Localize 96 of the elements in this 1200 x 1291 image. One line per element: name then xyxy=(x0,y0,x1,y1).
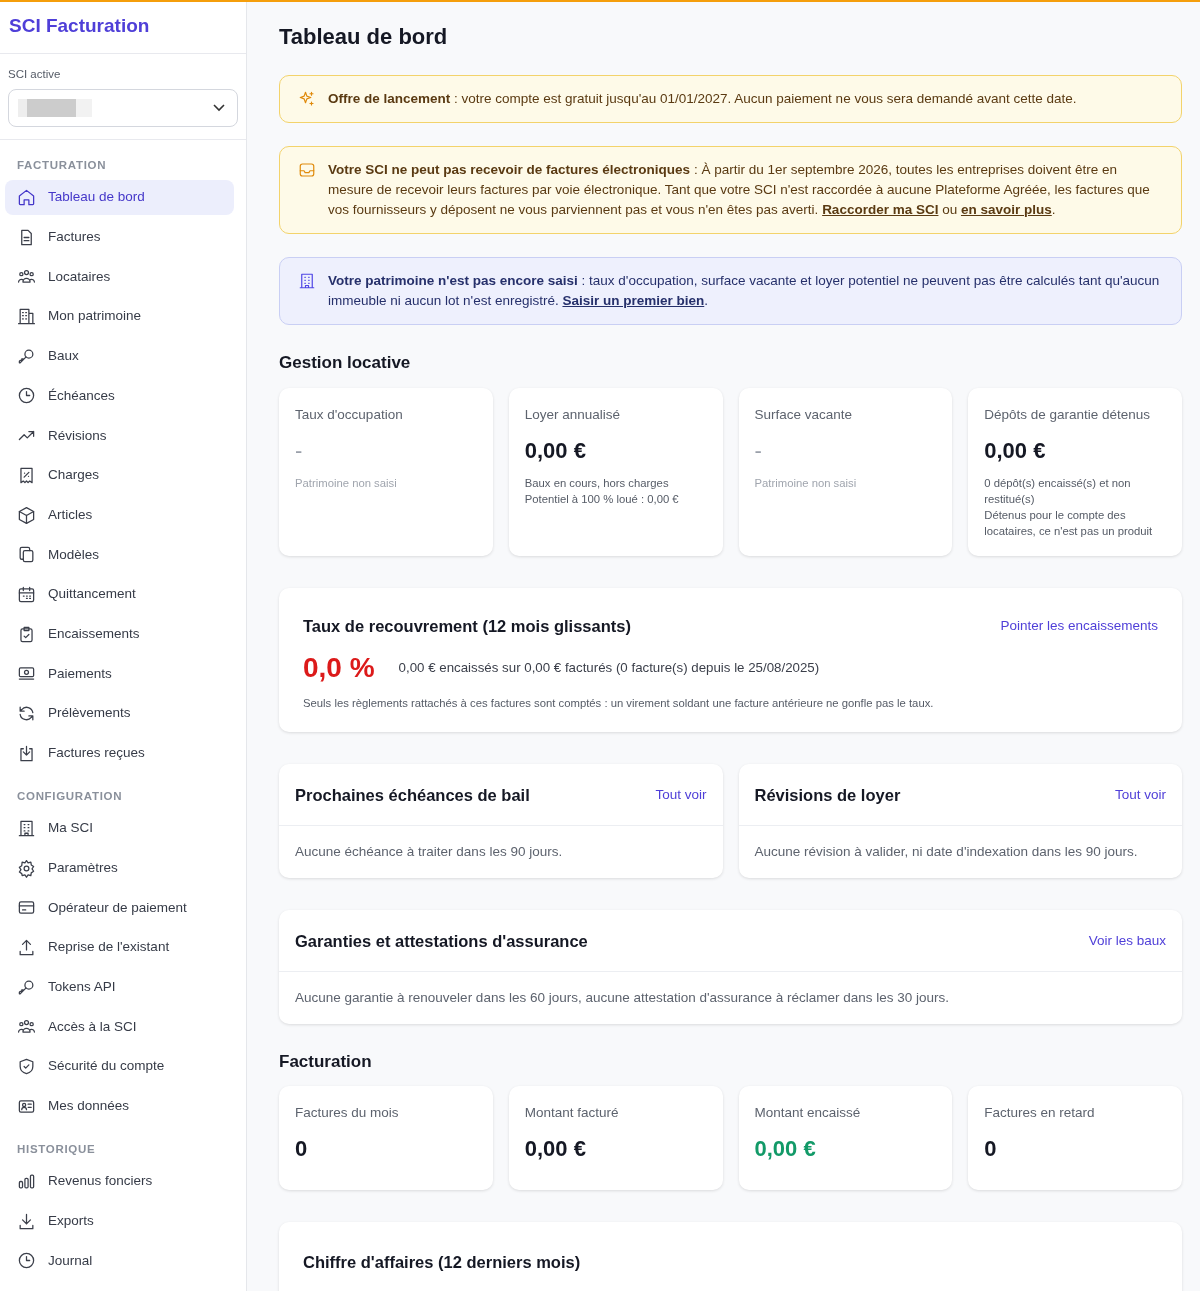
sidebar-item[interactable]: Factures xyxy=(5,219,234,255)
empty-message: Aucune garantie à renouveler dans les 60 jours, aucune attestation d'assurance à réclamer dans les 30 jours. xyxy=(294,989,950,1008)
link[interactable]: en savoir plus xyxy=(960,202,1052,218)
chevron-down-icon xyxy=(213,103,225,112)
copy-icon xyxy=(17,545,36,565)
stat-label: Montant facturé xyxy=(524,1104,620,1123)
sidebar-item[interactable]: Revenus fonciers xyxy=(5,1163,234,1199)
stat-value: 0,00 € xyxy=(524,437,587,466)
recovery-rate: 0,0 % xyxy=(303,650,375,685)
stat-label: Factures en retard xyxy=(984,1104,1096,1123)
stat-value: 0 xyxy=(295,1135,309,1164)
stat-note: Patrimoine non saisi xyxy=(754,476,858,492)
stat-label: Dépôts de garantie détenus xyxy=(984,405,1152,424)
alert-message: Votre SCI ne peut pas recevoir de factures électroniques : À partir du 1er septembre 2026, toutes les entreprises doivent être en mesure de recevoir leurs factures par voie électronique. Tant que votre SCI n'est raccordée à aucune Plateforme Agréée, les factures que vos fournisseurs y déposent ne vous parviennent pas et vous n'en êtes pas averti. Raccorder ma SCI ou en savoir plus. xyxy=(328,161,1151,220)
sidebar-item[interactable]: Charges xyxy=(5,457,234,493)
sidebar-item[interactable]: Révisions xyxy=(5,418,234,454)
stat-note: 0 dépôt(s) encaissé(s) et non restitué(s) xyxy=(984,476,1132,508)
sidebar-item[interactable]: Articles xyxy=(5,497,234,533)
page-title: Tableau de bord xyxy=(279,24,449,51)
sidebar-item[interactable]: Factures reçues xyxy=(5,735,234,771)
alert-message: Votre patrimoine n'est pas encore saisi : taux d'occupation, surface vacante et loyer potentiel ne peuvent pas être calculés tant qu'aucun immeuble ni aucun lot n'est enregistré. Saisir un premier bien. xyxy=(328,272,1161,311)
sidebar-item[interactable]: Baux xyxy=(5,338,234,374)
sidebar-item[interactable]: Sécurité du compte xyxy=(5,1049,234,1084)
sidebar-item[interactable]: Locataires xyxy=(5,259,234,295)
sidebar-item[interactable]: Modèles xyxy=(5,537,234,573)
sidebar-item[interactable]: Opérateur de paiement xyxy=(5,890,234,926)
home-icon xyxy=(17,188,36,207)
sidebar-item[interactable]: Mes données xyxy=(5,1088,234,1124)
link[interactable]: Pointer les encaissements xyxy=(1000,616,1158,637)
stat-value: 0,00 € xyxy=(754,1135,817,1164)
sparkle-icon xyxy=(298,90,316,109)
sidebar-item[interactable]: Paiements xyxy=(5,656,234,692)
sidebar-item[interactable]: Quittancement xyxy=(5,576,234,612)
stat-value: - xyxy=(754,437,763,466)
sidebar-item[interactable]: Journal xyxy=(5,1243,234,1279)
stat-note: Détenus pour le compte des locataires, ce n'est pas un produit xyxy=(984,508,1154,540)
stat-label: Surface vacante xyxy=(754,405,854,424)
link[interactable]: Raccorder ma SCI xyxy=(822,202,939,218)
settings-icon xyxy=(17,858,36,878)
inbox-icon xyxy=(298,161,316,180)
stat-value: 0,00 € xyxy=(984,437,1047,466)
sidebar-item[interactable]: Exports xyxy=(5,1203,234,1239)
stat-value: 0 xyxy=(984,1135,998,1164)
sidebar-item[interactable]: Échéances xyxy=(5,378,234,414)
receipt-icon xyxy=(17,465,36,485)
stat-value: - xyxy=(295,437,304,466)
sidebar-item[interactable]: Prélèvements xyxy=(5,695,234,731)
panel-title: Révisions de loyer xyxy=(754,784,901,806)
building-icon xyxy=(298,272,316,291)
link[interactable]: Tout voir xyxy=(1114,784,1166,806)
upload-icon xyxy=(17,937,36,957)
download-box-icon xyxy=(17,743,36,763)
section-heading: HISTORIQUE xyxy=(16,1141,97,1157)
panel-title: Garanties et attestations d'assurance xyxy=(295,930,588,952)
sidebar-item[interactable]: Paramètres xyxy=(5,850,234,886)
empty-message: Aucune révision à valider, ni date d'indexation dans les 90 jours. xyxy=(753,843,1139,862)
building-icon xyxy=(17,307,36,327)
card-title: Chiffre d'affaires (12 derniers mois) xyxy=(303,1252,582,1274)
download-icon xyxy=(17,1211,36,1231)
clipboard-check-icon xyxy=(17,624,36,644)
section-heading: CONFIGURATION xyxy=(16,788,124,804)
field-label: SCI active xyxy=(8,66,62,82)
footnote: Seuls les règlements rattachés à ces factures sont comptés : un virement soldant une facture antérieure ne gonfle pas le taux. xyxy=(303,695,935,711)
sidebar-item[interactable]: Tokens API xyxy=(5,969,234,1005)
stat-label: Montant encaissé xyxy=(754,1104,862,1123)
recovery-summary: 0,00 € encaissés sur 0,00 € facturés (0 facture(s) depuis le 25/08/2025) xyxy=(398,658,820,677)
clock-icon xyxy=(17,1251,36,1271)
clock-icon xyxy=(17,386,36,406)
app-title: SCI Facturation xyxy=(0,2,246,54)
stat-label: Taux d'occupation xyxy=(295,405,404,424)
sidebar-item[interactable]: Tableau de bord xyxy=(5,180,234,215)
panel-title: Prochaines échéances de bail xyxy=(295,784,530,806)
calendar-icon xyxy=(17,584,36,604)
sidebar-item[interactable]: Reprise de l'existant xyxy=(5,929,234,965)
shield-check-icon xyxy=(17,1057,36,1076)
sidebar-item[interactable]: Accès à la SCI xyxy=(5,1009,234,1045)
stat-note: Baux en cours, hors charges xyxy=(524,476,670,492)
cube-icon xyxy=(17,505,36,525)
section-title: Facturation xyxy=(279,1051,373,1073)
sci-select[interactable] xyxy=(8,88,238,127)
alert-message: Offre de lancement : votre compte est gratuit jusqu'au 01/01/2027. Aucun paiement ne vous sera demandé avant cette date. xyxy=(328,90,1077,109)
stat-label: Factures du mois xyxy=(295,1104,400,1123)
card-title: Taux de recouvrement (12 mois glissants) xyxy=(303,616,631,638)
stat-note: Potentiel à 100 % loué : 0,00 € xyxy=(524,492,680,508)
building-icon xyxy=(17,818,36,838)
sidebar-item[interactable]: Mon patrimoine xyxy=(5,299,234,335)
sidebar-item[interactable]: Ma SCI xyxy=(5,810,234,846)
stat-label: Loyer annualisé xyxy=(524,405,622,424)
link[interactable]: Voir les baux xyxy=(1088,930,1166,952)
section-heading: FACTURATION xyxy=(16,157,108,173)
section-title: Gestion locative xyxy=(279,353,412,374)
stat-note: Patrimoine non saisi xyxy=(295,476,398,492)
empty-message: Aucune échéance à traiter dans les 90 jours. xyxy=(294,843,564,862)
sidebar-item[interactable]: Encaissements xyxy=(5,616,234,652)
link[interactable]: Tout voir xyxy=(655,784,707,806)
stat-value: 0,00 € xyxy=(524,1135,587,1164)
